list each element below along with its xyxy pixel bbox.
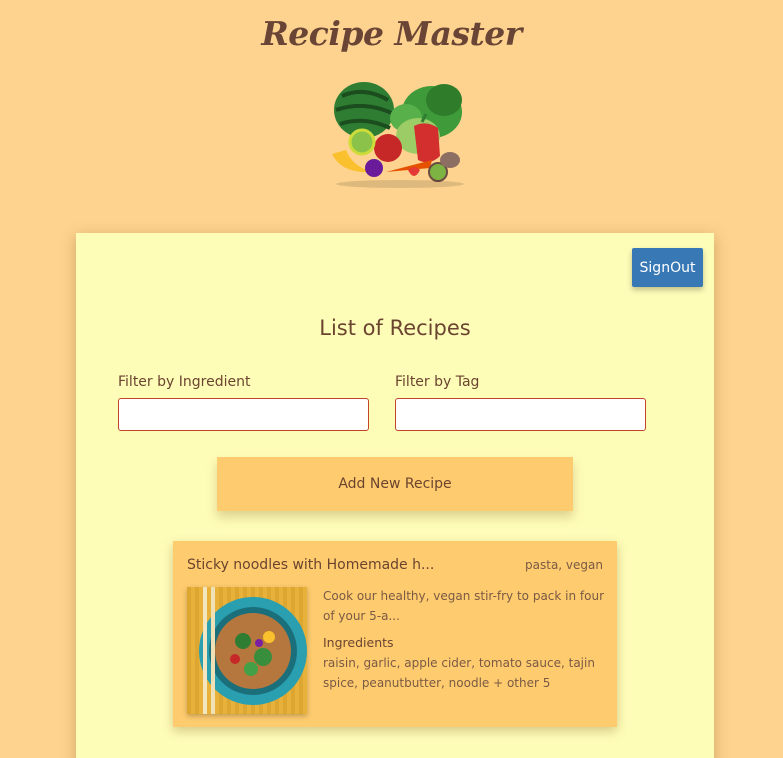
filter-tag-label: Filter by Tag [395,374,480,390]
signout-button[interactable]: SignOut [632,248,703,287]
recipe-image [187,587,307,714]
recipe-title: Sticky noodles with Homemade h... [187,557,435,573]
recipe-tags: pasta, vegan [525,558,603,572]
filter-ingredient-label: Filter by Ingredient [118,374,251,390]
add-recipe-button[interactable]: Add New Recipe [217,457,573,511]
app-title: Recipe Master [261,14,522,53]
recipe-description: Cook our healthy, vegan stir-fry to pack… [323,589,605,623]
list-heading: List of Recipes [319,316,471,340]
vegetables-logo [332,82,464,188]
recipe-card[interactable]: Sticky noodles with Homemade h... pasta,… [173,541,617,727]
recipes-card: SignOut List of Recipes Filter by Ingred… [76,233,714,758]
filter-tag-input[interactable] [395,398,646,431]
ingredients-heading: Ingredients [323,635,394,650]
ingredients-list: raisin, garlic, apple cider, tomato sauc… [323,656,595,690]
filter-ingredient-input[interactable] [118,398,369,431]
page: Recipe Master SignOut List of Recipes Fi… [0,0,783,758]
